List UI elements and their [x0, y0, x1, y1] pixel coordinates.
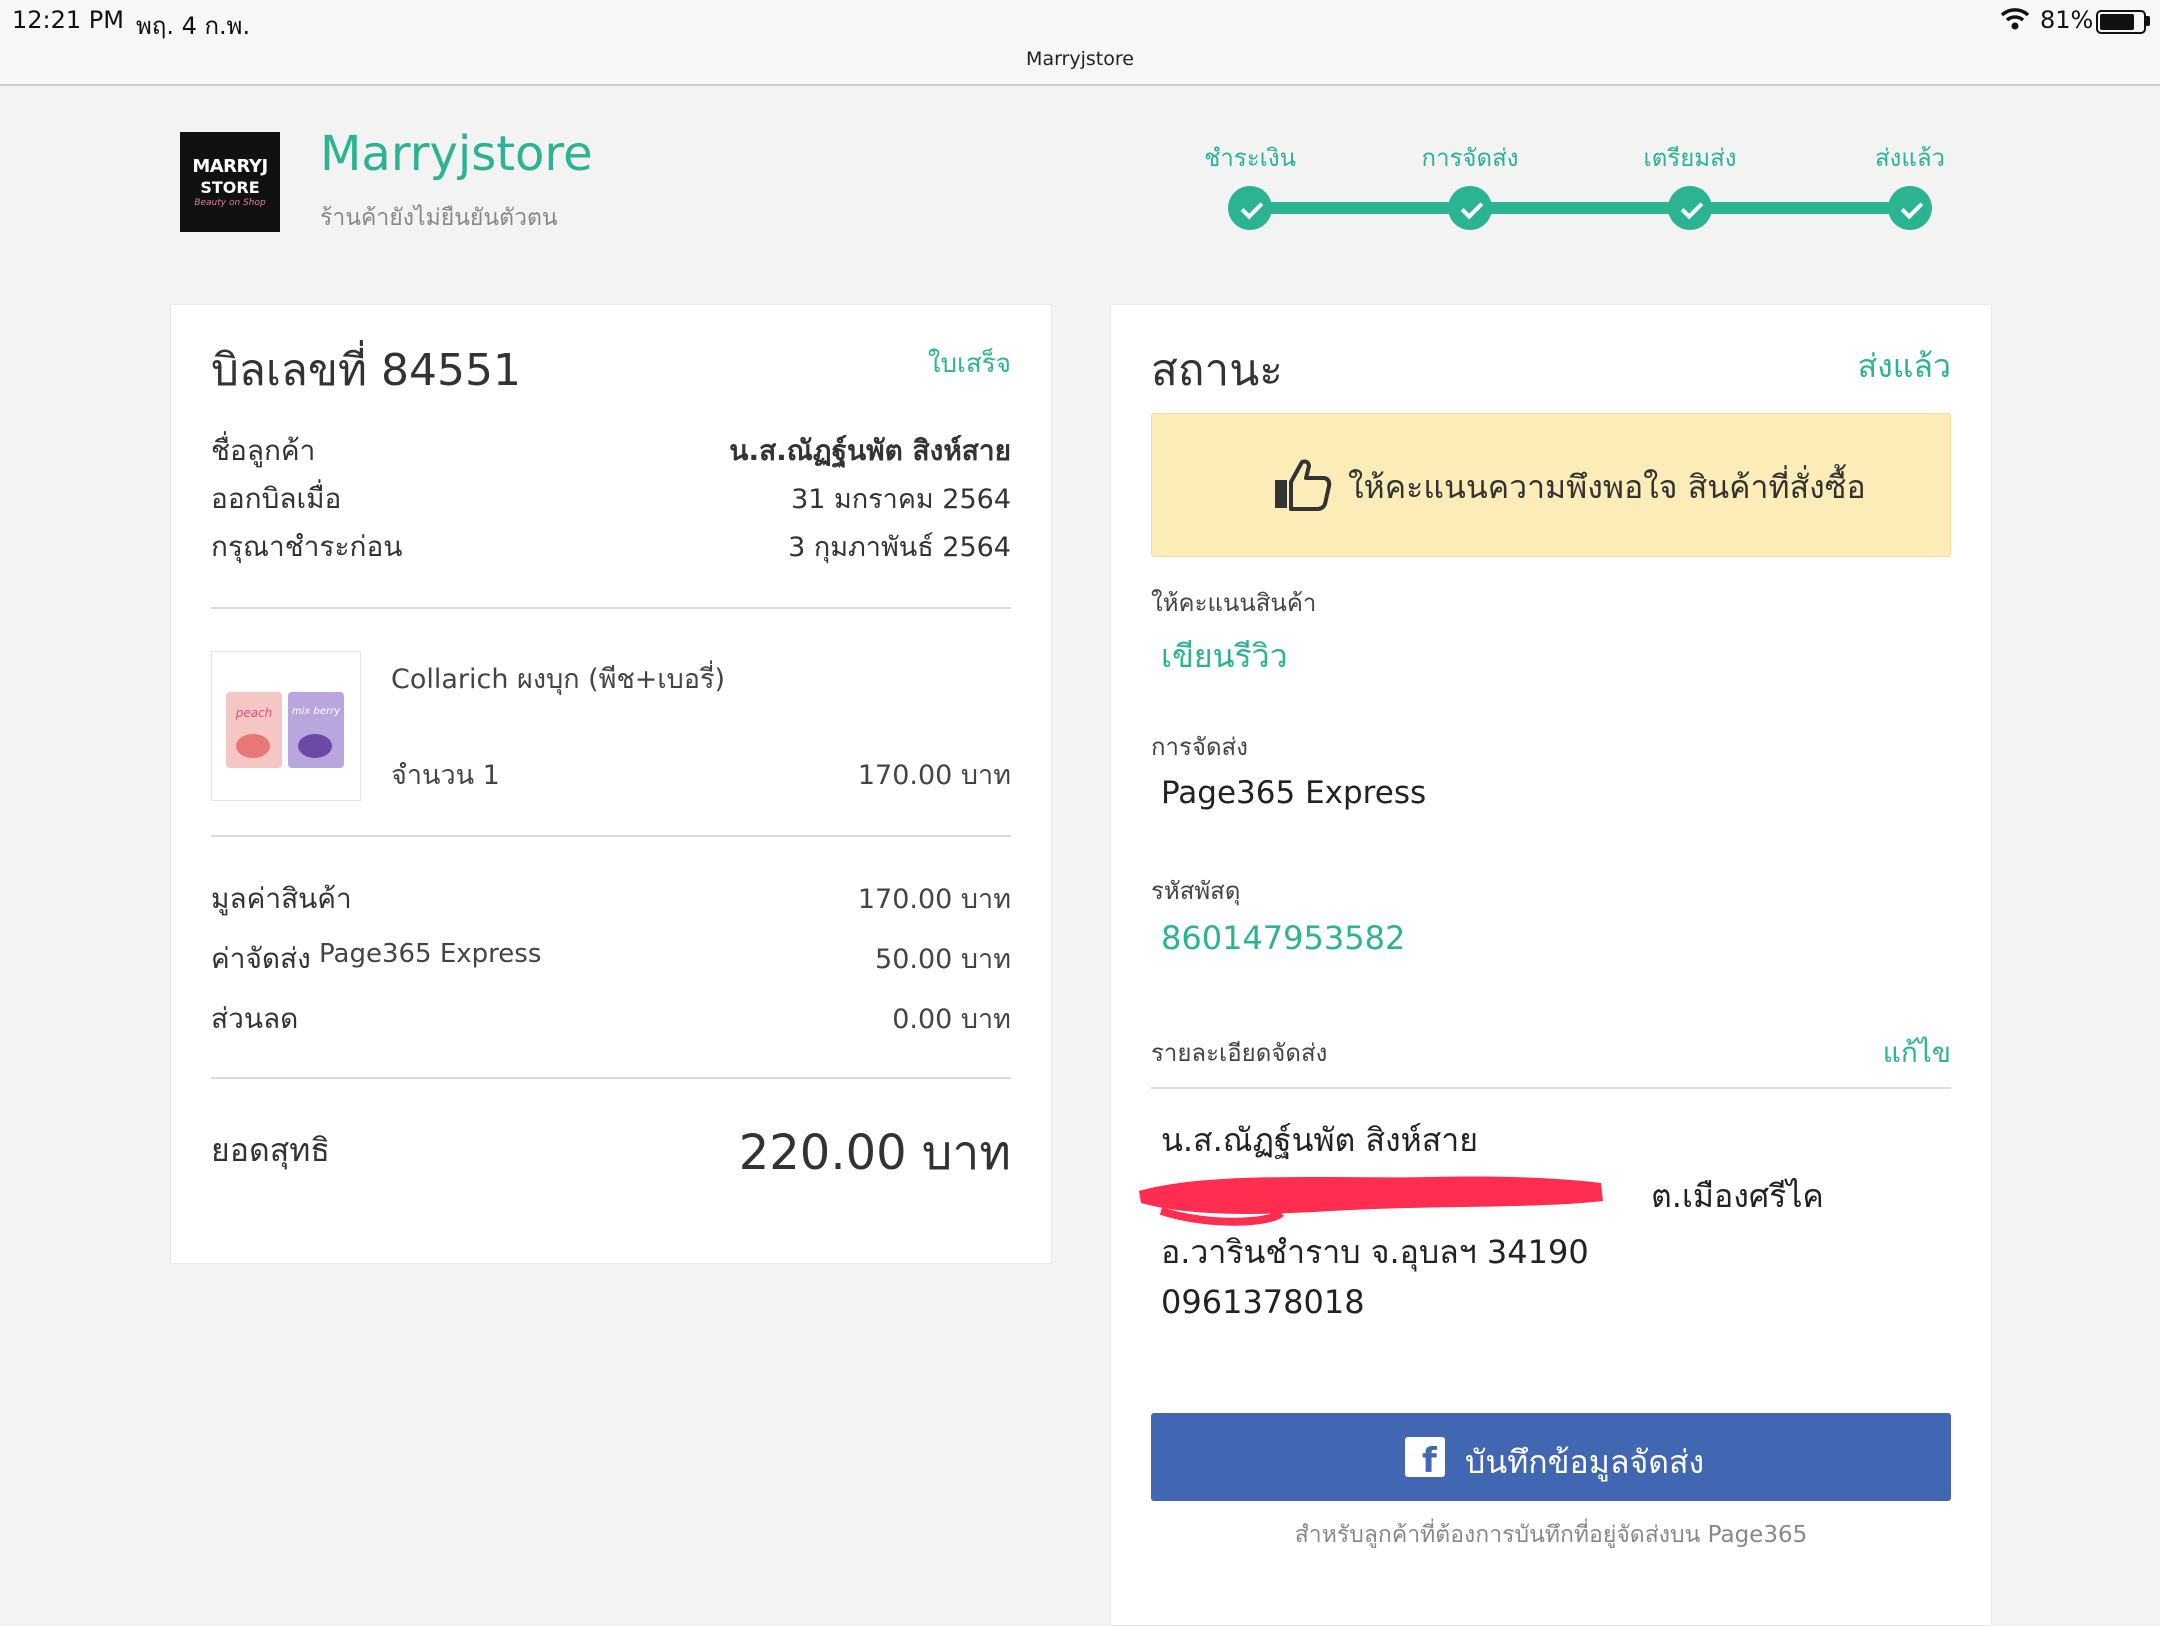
step-check-icon: [1228, 186, 1272, 230]
step-label-shipping: การจัดส่ง: [1421, 144, 1519, 172]
facebook-button-label: บันทึกข้อมูลจัดส่ง: [1465, 1443, 1705, 1481]
redaction-scribble: [1139, 1176, 1603, 1226]
discount-label: ส่วนลด: [211, 1002, 299, 1035]
subtotal-label: มูลค่าสินค้า: [211, 882, 352, 915]
store-name[interactable]: Marryjstore: [320, 126, 593, 182]
logo-tagline: Beauty on Shop: [194, 198, 266, 208]
total-label: ยอดสุทธิ: [211, 1131, 330, 1169]
status-time: 12:21 PM: [12, 6, 124, 34]
facebook-icon: f: [1405, 1437, 1445, 1478]
product-pack-berry: mix berry: [288, 692, 344, 768]
due-date: 3 กุมภาพันธ์ 2564: [788, 532, 1011, 563]
product-price: 170.00 บาท: [857, 760, 1011, 791]
bill-card: บิลเลขที่ 84551 ใบเสร็จ ชื่อลูกค้า น.ส.ณ…: [170, 304, 1052, 1264]
store-verification-status: ร้านค้ายังไม่ยืนยันตัวตน: [320, 205, 558, 231]
shipping-fee-label: ค่าจัดส่ง: [211, 942, 311, 975]
due-label: กรุณาชำระก่อน: [211, 530, 403, 563]
status-state: ส่งแล้ว: [1857, 347, 1951, 385]
issued-label: ออกบิลเมื่อ: [211, 482, 342, 515]
facebook-save-shipping-button[interactable]: f บันทึกข้อมูลจัดส่ง: [1151, 1413, 1951, 1501]
address-subdistrict: ต.เมืองศรีไค: [1651, 1177, 1824, 1215]
progress-line: [1250, 202, 1910, 214]
product-name: Collarich ผงบุก (พีช+เบอรี่): [391, 664, 726, 695]
logo-line1: MARRYJ: [192, 156, 268, 177]
rating-banner[interactable]: ให้คะแนนความพึงพอใจ สินค้าที่สั่งซื้อ: [1151, 413, 1951, 557]
battery-tip: [2146, 16, 2150, 26]
write-review-link[interactable]: เขียนรีวิว: [1161, 631, 1288, 682]
store-logo: MARRYJ STORE Beauty on Shop: [180, 132, 280, 232]
step-check-icon: [1668, 186, 1712, 230]
product-image[interactable]: peach mix berry: [211, 651, 361, 801]
page-host-title: Marryjstore: [1026, 48, 1134, 70]
battery-percent: 81%: [2040, 6, 2094, 34]
divider: [211, 1077, 1011, 1079]
status-card: สถานะ ส่งแล้ว ให้คะแนนความพึงพอใจ สินค้า…: [1110, 304, 1992, 1626]
product-qty: จำนวน 1: [391, 760, 500, 791]
step-label-preparing: เตรียมส่ง: [1643, 144, 1737, 172]
edit-address-link[interactable]: แก้ไข: [1883, 1031, 1951, 1075]
status-title: สถานะ: [1151, 345, 1283, 396]
product-pack-peach: peach: [226, 692, 282, 768]
battery-level: [2100, 14, 2135, 30]
bill-title: บิลเลขที่ 84551: [211, 345, 521, 396]
discount-value: 0.00 บาท: [892, 1004, 1011, 1035]
wifi-icon: [2000, 8, 2030, 30]
step-label-shipped: ส่งแล้ว: [1874, 144, 1946, 172]
shipping-label: การจัดส่ง: [1151, 733, 1248, 761]
peach-graphic: [236, 734, 270, 758]
address-phone: 0961378018: [1161, 1283, 1365, 1321]
thumbs-up-icon: [1275, 459, 1332, 511]
tracking-label: รหัสพัสดุ: [1151, 877, 1241, 905]
review-label: ให้คะแนนสินค้า: [1151, 589, 1317, 617]
total-value: 220.00 บาท: [738, 1125, 1011, 1181]
customer-name: น.ส.ณัฏฐ์นพัต สิงห์สาย: [729, 434, 1011, 467]
tracking-number-link[interactable]: 860147953582: [1161, 919, 1405, 957]
divider: [1151, 1087, 1951, 1089]
divider: [211, 835, 1011, 837]
address-details-label: รายละเอียดจัดส่ง: [1151, 1039, 1328, 1067]
subtotal-value: 170.00 บาท: [857, 884, 1011, 915]
receipt-link[interactable]: ใบเสร็จ: [928, 343, 1011, 384]
address-district: อ.วารินชำราบ จ.อุบลฯ 34190: [1161, 1233, 1589, 1271]
status-date: พฤ. 4 ก.พ.: [136, 12, 251, 40]
rating-text: ให้คะแนนความพึงพอใจ สินค้าที่สั่งซื้อ: [1348, 468, 1866, 506]
logo-line2: STORE: [200, 178, 260, 197]
shipping-carrier-value: Page365 Express: [1161, 775, 1427, 811]
step-check-icon: [1888, 186, 1932, 230]
divider: [211, 607, 1011, 609]
step-label-payment: ชำระเงิน: [1204, 144, 1296, 172]
step-check-icon: [1448, 186, 1492, 230]
facebook-button-note: สำหรับลูกค้าที่ต้องการบันทึกที่อยู่จัดส่…: [1294, 1522, 1808, 1548]
battery-icon: [2096, 10, 2146, 34]
shipping-fee-value: 50.00 บาท: [875, 944, 1011, 975]
address-name: น.ส.ณัฏฐ์นพัต สิงห์สาย: [1161, 1121, 1478, 1159]
pack-label: peach: [235, 706, 273, 720]
status-bar: [0, 0, 2160, 86]
customer-label: ชื่อลูกค้า: [211, 434, 316, 467]
shipping-carrier: Page365 Express: [319, 939, 542, 969]
berry-graphic: [298, 734, 332, 758]
pack-label: mix berry: [291, 706, 341, 717]
issued-date: 31 มกราคม 2564: [791, 484, 1011, 515]
